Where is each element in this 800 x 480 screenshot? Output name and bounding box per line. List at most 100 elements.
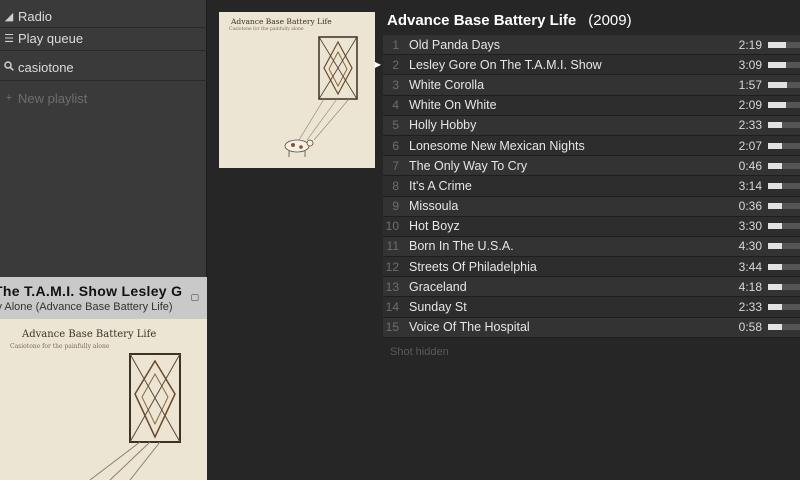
track-row[interactable]: 4 White On White 2:09: [383, 95, 800, 116]
track-duration: 3:30: [738, 219, 762, 234]
album-header: Advance Base Battery Life (2009): [387, 12, 632, 29]
expand-icon[interactable]: ▢: [190, 292, 199, 303]
track-number: 7: [392, 158, 399, 173]
track-number: 5: [392, 118, 399, 133]
search-icon: [2, 60, 16, 74]
sidebar-divider: [0, 80, 207, 81]
cow-illustration: [284, 139, 314, 157]
track-duration: 2:33: [738, 118, 762, 133]
popularity-bar: [768, 142, 800, 149]
track-list: 1 Old Panda Days 2:19 ▶ 2 Lesley Gore On The …: [375, 35, 800, 338]
track-row[interactable]: ▶ 2 Lesley Gore On The T.A.M.I. Show 3:09: [375, 55, 800, 76]
popularity-bar: [768, 223, 800, 230]
track-duration: 3:09: [738, 57, 762, 72]
track-duration: 0:46: [738, 158, 762, 173]
track-row[interactable]: 13 Graceland 4:18: [383, 277, 800, 298]
sidebar-item-radio[interactable]: ◢ Radio: [0, 5, 207, 27]
track-duration: 2:09: [738, 98, 762, 113]
track-title: The Only Way To Cry: [409, 158, 528, 173]
plus-icon: +: [5, 92, 13, 104]
track-duration: 0:36: [738, 199, 762, 214]
popularity-bar: [768, 304, 800, 311]
now-playing-cover-art[interactable]: Advance Base Battery Life Casiotone for …: [0, 319, 207, 480]
now-playing-subtitle: ly Alone (Advance Base Battery Life): [0, 301, 173, 313]
track-duration: 4:30: [738, 239, 762, 254]
track-number: 4: [392, 98, 399, 113]
track-row[interactable]: 9 Missoula 0:36: [383, 196, 800, 217]
popularity-bar: [768, 283, 800, 290]
track-duration: 0:58: [738, 320, 762, 335]
track-duration: 1:57: [738, 77, 762, 92]
track-title: White Corolla: [409, 77, 485, 92]
track-number: 14: [385, 300, 399, 315]
album-title[interactable]: Advance Base Battery Life: [387, 12, 576, 29]
track-title: Lonesome New Mexican Nights: [409, 138, 585, 153]
track-title: Sunday St: [409, 300, 467, 315]
track-row[interactable]: 11 Born In The U.S.A. 4:30: [383, 236, 800, 258]
track-number: 13: [385, 279, 399, 294]
popularity-bar: [768, 182, 800, 189]
track-duration: 2:33: [738, 300, 762, 315]
track-row[interactable]: 6 Lonesome New Mexican Nights 2:07: [383, 135, 800, 157]
track-duration: 4:18: [738, 279, 762, 294]
queue-icon: ☰: [4, 32, 14, 45]
album-year: (2009): [588, 12, 632, 29]
track-row[interactable]: 7 The Only Way To Cry 0:46: [383, 156, 800, 177]
track-row[interactable]: 14 Sunday St 2:33: [383, 297, 800, 318]
track-title: Holly Hobby: [409, 118, 477, 133]
sidebar-item-label: New playlist: [18, 90, 88, 106]
sidebar-item-new-playlist[interactable]: + New playlist: [0, 87, 207, 109]
sidebar-item-search[interactable]: casiotone: [0, 56, 207, 78]
track-title: Lesley Gore On The T.A.M.I. Show: [409, 57, 602, 72]
now-playing-title: The T.A.M.I. Show Lesley G: [0, 283, 183, 299]
track-title: Streets Of Philadelphia: [409, 259, 537, 274]
sidebar-item-label: Radio: [18, 8, 52, 24]
sidebar: ◢ Radio ☰ Play queue casiotone + New pla…: [0, 0, 207, 480]
now-playing-icon: ▶: [374, 60, 382, 70]
radio-icon: ◢: [4, 10, 14, 23]
track-row[interactable]: 5 Holly Hobby 2:33: [383, 115, 800, 136]
track-duration: 3:44: [738, 259, 762, 274]
track-title: Hot Boyz: [409, 219, 460, 234]
popularity-bar: [768, 122, 800, 129]
popularity-bar: [768, 162, 800, 169]
cover-illustration: [284, 36, 358, 157]
popularity-bar: [768, 61, 800, 68]
track-row[interactable]: 3 White Corolla 1:57: [383, 75, 800, 96]
popularity-bar: [768, 41, 800, 48]
track-title: Born In The U.S.A.: [409, 239, 514, 254]
track-row[interactable]: 1 Old Panda Days 2:19: [383, 35, 800, 56]
track-number: 12: [385, 259, 399, 274]
track-title: Old Panda Days: [409, 37, 501, 52]
track-number: 8: [392, 178, 399, 193]
track-duration: 2:19: [738, 37, 762, 52]
popularity-bar: [768, 263, 800, 270]
track-number: 6: [392, 138, 399, 153]
now-playing-bar[interactable]: The T.A.M.I. Show Lesley G ly Alone (Adv…: [0, 277, 207, 319]
track-title: It's A Crime: [409, 178, 472, 193]
sidebar-item-label: casiotone: [18, 59, 74, 75]
track-title: Graceland: [409, 279, 467, 294]
track-number: 15: [385, 320, 399, 335]
popularity-bar: [768, 324, 800, 331]
track-number: 9: [392, 199, 399, 214]
popularity-bar: [768, 203, 800, 210]
track-title: White On White: [409, 98, 497, 113]
track-row[interactable]: 12 Streets Of Philadelphia 3:44: [383, 257, 800, 278]
track-title: Missoula: [409, 199, 459, 214]
sidebar-item-label: Play queue: [18, 30, 84, 46]
album-cover-art[interactable]: Advance Base Battery Life Casiotone for …: [219, 12, 375, 168]
sidebar-item-play-queue[interactable]: ☰ Play queue: [0, 27, 207, 49]
popularity-bar: [768, 81, 800, 88]
track-row[interactable]: 10 Hot Boyz 3:30: [383, 216, 800, 237]
track-number: 3: [392, 77, 399, 92]
track-number: 2: [392, 57, 399, 72]
track-title: Voice Of The Hospital: [409, 320, 530, 335]
track-number: 10: [385, 219, 399, 234]
track-row[interactable]: 8 It's A Crime 3:14: [383, 176, 800, 197]
track-row[interactable]: 15 Voice Of The Hospital 0:58: [383, 317, 800, 338]
track-duration: 2:07: [738, 138, 762, 153]
show-hidden-link[interactable]: Shot hidden: [390, 346, 449, 358]
track-duration: 3:14: [738, 178, 762, 193]
track-number: 1: [392, 37, 399, 52]
